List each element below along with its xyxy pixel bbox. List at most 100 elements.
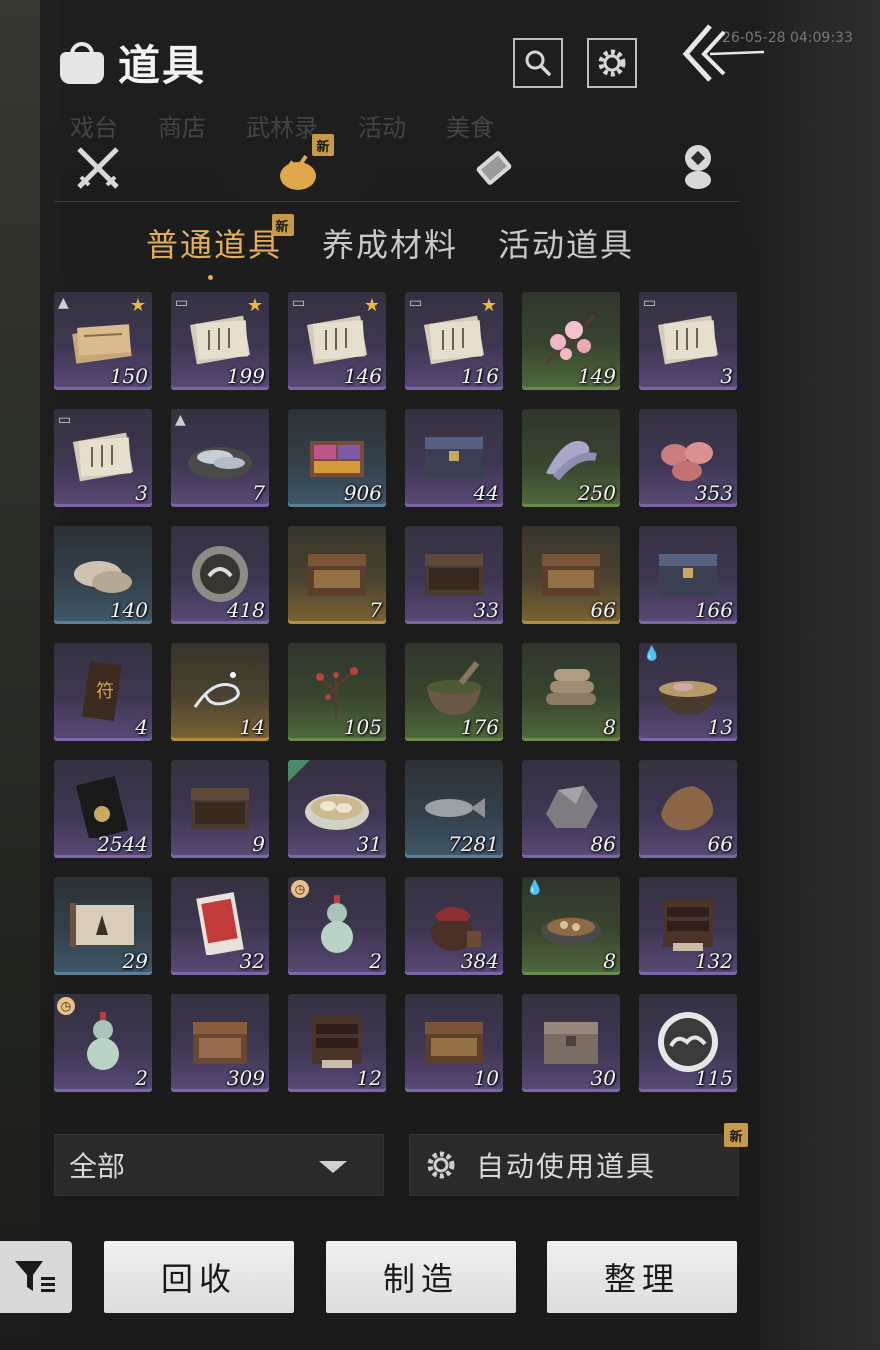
tab-event-items[interactable]: 活动道具 bbox=[498, 220, 634, 266]
inventory-slot[interactable]: 176 bbox=[405, 643, 503, 741]
svg-text:符: 符 bbox=[96, 681, 114, 702]
scroll-icon: ▭ bbox=[292, 295, 306, 311]
inventory-slot[interactable]: 8 bbox=[522, 643, 620, 741]
item-quantity: 7 bbox=[252, 481, 265, 505]
inventory-slot[interactable]: 30 bbox=[522, 994, 620, 1092]
inventory-slot[interactable]: 418 bbox=[171, 526, 269, 624]
inventory-slot[interactable]: 14 bbox=[171, 643, 269, 741]
auto-use-label: 自动使用道具 bbox=[476, 1150, 657, 1183]
inventory-slot[interactable]: 105 bbox=[288, 643, 386, 741]
inventory-slot[interactable]: 250 bbox=[522, 409, 620, 507]
inventory-slot[interactable]: ▲ 7 bbox=[171, 409, 269, 507]
filter-sort-button[interactable] bbox=[0, 1241, 72, 1313]
item-quantity: 105 bbox=[343, 715, 382, 739]
category-weapons[interactable] bbox=[68, 138, 128, 198]
inventory-slot[interactable]: 31 bbox=[288, 760, 386, 858]
inventory-slot[interactable]: 132 bbox=[639, 877, 737, 975]
fish-plate-icon bbox=[188, 447, 252, 479]
inventory-slot[interactable]: ▭ ★ 146 bbox=[288, 292, 386, 390]
inventory-slot[interactable]: 10 bbox=[405, 994, 503, 1092]
tab-growth-materials[interactable]: 养成材料 bbox=[322, 220, 458, 266]
inventory-slot[interactable]: 12 bbox=[288, 994, 386, 1092]
inventory-slot[interactable]: 2544 bbox=[54, 760, 152, 858]
inventory-slot[interactable]: 7 bbox=[288, 526, 386, 624]
soup-icon bbox=[659, 681, 717, 715]
scroll-icon: ▭ bbox=[409, 295, 423, 311]
craft-button[interactable]: 制造 bbox=[326, 1241, 516, 1313]
category-items[interactable]: 新 bbox=[218, 134, 378, 208]
inventory-slot[interactable]: 符4 bbox=[54, 643, 152, 741]
inventory-slot[interactable]: 906 bbox=[288, 409, 386, 507]
recycle-button[interactable]: 回收 bbox=[104, 1241, 294, 1313]
inventory-slot[interactable]: 66 bbox=[522, 526, 620, 624]
item-quantity: 2 bbox=[369, 949, 382, 973]
inventory-slot[interactable]: 115 bbox=[639, 994, 737, 1092]
inventory-slot[interactable]: 32 bbox=[171, 877, 269, 975]
item-quantity: 146 bbox=[343, 364, 382, 388]
auto-use-button[interactable]: 自动使用道具 新 bbox=[409, 1123, 748, 1196]
card-black-icon bbox=[75, 775, 129, 838]
paper-icon bbox=[189, 315, 251, 365]
active-dot bbox=[208, 275, 213, 280]
item-quantity: 4 bbox=[135, 715, 148, 739]
item-quantity: 199 bbox=[226, 364, 265, 388]
meat-icon bbox=[661, 442, 713, 481]
back-button[interactable] bbox=[680, 18, 770, 88]
filter-selected: 全部 bbox=[69, 1150, 126, 1183]
sort-button[interactable]: 整理 bbox=[547, 1241, 737, 1313]
inventory-slot[interactable]: ▭ ★ 116 bbox=[405, 292, 503, 390]
dye-box-icon bbox=[310, 441, 364, 477]
cabinet-icon bbox=[663, 899, 713, 951]
inventory-slot[interactable]: 66 bbox=[639, 760, 737, 858]
item-quantity: 31 bbox=[356, 832, 382, 856]
inventory-slot[interactable]: 309 bbox=[171, 994, 269, 1092]
inventory-slot[interactable]: 33 bbox=[405, 526, 503, 624]
fish-icon bbox=[425, 798, 485, 818]
item-quantity: 44 bbox=[473, 481, 499, 505]
item-quantity: 140 bbox=[109, 598, 148, 622]
item-quantity: 10 bbox=[473, 1066, 499, 1090]
inventory-slot[interactable]: 💧 13 bbox=[639, 643, 737, 741]
star-icon: ★ bbox=[129, 295, 146, 316]
gear-icon bbox=[427, 1151, 455, 1179]
inventory-slot[interactable]: 86 bbox=[522, 760, 620, 858]
inventory-slot[interactable]: ▲ ★ 150 bbox=[54, 292, 152, 390]
inventory-slot[interactable]: ◷ 2 bbox=[288, 877, 386, 975]
inventory-slot[interactable]: 140 bbox=[54, 526, 152, 624]
category-currency[interactable] bbox=[668, 138, 728, 198]
item-quantity: 33 bbox=[473, 598, 499, 622]
inventory-slot[interactable]: ▭ 3 bbox=[54, 409, 152, 507]
rank-icon: ▲ bbox=[58, 295, 69, 311]
plum-branch-icon bbox=[316, 667, 358, 719]
inventory-slot[interactable]: ▭ 3 bbox=[639, 292, 737, 390]
inventory-slot[interactable]: 7281 bbox=[405, 760, 503, 858]
logs-icon bbox=[546, 669, 596, 705]
inventory-slot[interactable]: 44 bbox=[405, 409, 503, 507]
inventory-slot[interactable]: 💧 8 bbox=[522, 877, 620, 975]
subtab-bar: 普通道具 新 养成材料 活动道具 bbox=[146, 214, 634, 280]
tab-label: 养成材料 bbox=[322, 226, 459, 264]
inventory-slot[interactable]: 166 bbox=[639, 526, 737, 624]
item-quantity: 149 bbox=[577, 364, 616, 388]
inventory-slot[interactable]: ▭ ★ 199 bbox=[171, 292, 269, 390]
inventory-slot[interactable]: 384 bbox=[405, 877, 503, 975]
inventory-slot[interactable]: 353 bbox=[639, 409, 737, 507]
star-icon: ★ bbox=[246, 295, 263, 316]
inventory-slot[interactable]: 9 bbox=[171, 760, 269, 858]
scroll-icon bbox=[476, 151, 512, 185]
settings-button[interactable] bbox=[587, 38, 637, 88]
drops-icon: 💧 bbox=[526, 880, 544, 896]
category-scrolls[interactable] bbox=[464, 138, 524, 198]
scroll-icon: ▭ bbox=[643, 295, 657, 311]
item-quantity: 8 bbox=[603, 715, 616, 739]
filter-dropdown[interactable]: 全部 bbox=[54, 1134, 384, 1196]
tab-normal-items[interactable]: 普通道具 新 bbox=[146, 214, 295, 280]
search-button[interactable] bbox=[513, 38, 563, 88]
item-quantity: 66 bbox=[707, 832, 733, 856]
inventory-slot[interactable]: ◷ 2 bbox=[54, 994, 152, 1092]
gourd-icon bbox=[87, 1012, 119, 1070]
inventory-slot[interactable]: 149 bbox=[522, 292, 620, 390]
chest-gold-icon bbox=[542, 554, 600, 596]
inventory-slot[interactable]: 29 bbox=[54, 877, 152, 975]
item-quantity: 7281 bbox=[448, 832, 499, 856]
